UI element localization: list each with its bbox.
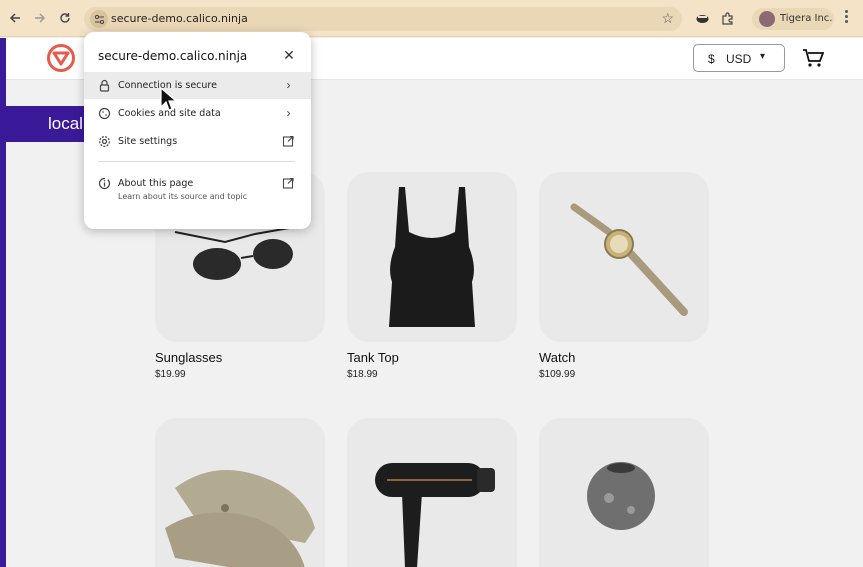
cookies-site-data-item[interactable]: Cookies and site data › bbox=[84, 100, 311, 127]
product-image-candle-holder[interactable] bbox=[539, 418, 709, 567]
hair-dryer-image bbox=[375, 463, 495, 567]
forward-arrow-icon bbox=[35, 13, 46, 23]
product-card-candle-holder[interactable] bbox=[539, 418, 709, 567]
currency-code: USD bbox=[726, 52, 752, 66]
candle-holder-image bbox=[587, 462, 655, 530]
product-price: $18.99 bbox=[347, 369, 378, 380]
site-info-popup: secure-demo.calico.ninja ✕ Connection is… bbox=[84, 32, 311, 229]
product-card-tank-top[interactable]: Tank Top $18.99 bbox=[347, 172, 517, 380]
chevron-right-icon: › bbox=[286, 78, 291, 92]
product-image-hair-dryer[interactable] bbox=[347, 418, 517, 567]
bookmark-star-icon[interactable]: ☆ bbox=[661, 10, 674, 27]
hero-banner: local bbox=[6, 106, 86, 142]
product-card-loafers[interactable] bbox=[155, 418, 325, 567]
puzzle-icon bbox=[721, 11, 733, 25]
extension-button[interactable] bbox=[693, 9, 711, 27]
profile-button[interactable]: Tigera Inc. bbox=[752, 8, 834, 30]
chevron-right-icon: › bbox=[286, 106, 291, 120]
watch-image bbox=[570, 203, 688, 316]
currency-selector[interactable]: $ USD ▾ bbox=[693, 44, 785, 72]
lock-icon bbox=[99, 79, 110, 92]
reload-button[interactable] bbox=[56, 9, 74, 27]
profile-name: Tigera Inc. bbox=[780, 13, 833, 24]
product-name[interactable]: Watch bbox=[539, 350, 575, 365]
extensions-button[interactable] bbox=[718, 9, 736, 27]
about-subtitle: Learn about its source and topic bbox=[118, 192, 248, 201]
open-external-icon bbox=[282, 135, 294, 147]
incognito-extension-icon bbox=[696, 14, 708, 23]
product-price: $109.99 bbox=[539, 369, 576, 380]
product-card-watch[interactable]: Watch $109.99 bbox=[539, 172, 709, 380]
product-card-hair-dryer[interactable] bbox=[347, 418, 517, 567]
popup-title: secure-demo.calico.ninja bbox=[98, 49, 248, 63]
forward-button[interactable] bbox=[31, 9, 49, 27]
reload-icon bbox=[60, 13, 70, 23]
product-image-loafers[interactable] bbox=[155, 418, 325, 567]
mouse-cursor-icon bbox=[160, 87, 177, 111]
tune-icon bbox=[94, 14, 104, 24]
site-logo-icon[interactable] bbox=[46, 43, 76, 73]
open-external-icon bbox=[282, 177, 294, 189]
info-icon bbox=[98, 177, 111, 190]
product-name[interactable]: Sunglasses bbox=[155, 350, 222, 365]
tank-top-image bbox=[389, 187, 475, 327]
browser-menu-icon[interactable] bbox=[845, 10, 849, 26]
cookie-icon bbox=[98, 107, 111, 120]
loafers-image bbox=[165, 470, 315, 567]
url-text: secure-demo.calico.ninja bbox=[111, 12, 248, 25]
address-bar[interactable]: secure-demo.calico.ninja ☆ bbox=[84, 7, 682, 31]
gear-icon bbox=[99, 136, 110, 147]
product-image-tank-top[interactable] bbox=[347, 172, 517, 342]
product-image-watch[interactable] bbox=[539, 172, 709, 342]
popup-item-label: Site settings bbox=[118, 136, 178, 147]
popup-divider bbox=[98, 161, 295, 162]
about-label: About this page bbox=[118, 178, 194, 189]
caret-down-icon: ▾ bbox=[760, 51, 766, 62]
about-this-page-item[interactable]: About this page bbox=[84, 170, 311, 210]
connection-secure-item[interactable]: Connection is secure › bbox=[84, 72, 311, 99]
back-button[interactable] bbox=[6, 9, 24, 27]
product-name[interactable]: Tank Top bbox=[347, 350, 399, 365]
site-settings-item[interactable]: Site settings bbox=[84, 128, 311, 155]
product-price: $19.99 bbox=[155, 369, 186, 380]
avatar bbox=[759, 11, 775, 27]
banner-text: local bbox=[48, 114, 83, 133]
back-arrow-icon bbox=[9, 13, 20, 23]
site-info-button[interactable] bbox=[90, 10, 108, 28]
currency-symbol: $ bbox=[708, 52, 715, 66]
close-icon[interactable]: ✕ bbox=[282, 48, 296, 62]
cart-icon[interactable] bbox=[802, 48, 824, 68]
